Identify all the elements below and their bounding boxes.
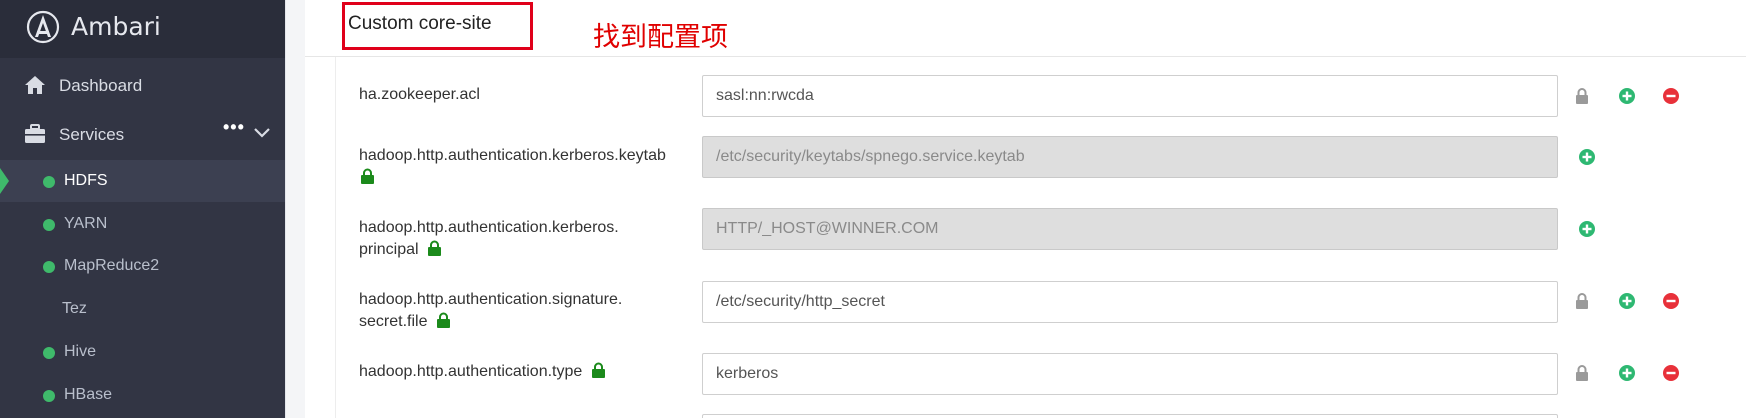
status-dot (43, 176, 55, 188)
chevron-down-icon[interactable] (254, 127, 270, 139)
sidebar-item-services[interactable]: Services ••• (0, 114, 285, 156)
sidebar-service-tez[interactable]: Tez (0, 288, 285, 330)
property-label: hadoop.http.authentication.kerberos.keyt… (359, 145, 666, 189)
sidebar-service-hdfs[interactable]: HDFS (0, 160, 285, 202)
property-name: ha.zookeeper.acl (359, 86, 480, 103)
secure-lock-icon (361, 168, 374, 184)
sidebar-service-yarn[interactable]: YARN (0, 203, 285, 245)
status-dot (43, 347, 55, 359)
secure-lock-icon (436, 312, 450, 328)
property-value-input[interactable] (702, 75, 1558, 117)
lock-icon[interactable] (1573, 292, 1591, 310)
app-name: Ambari (71, 12, 161, 41)
add-property-icon[interactable] (1618, 292, 1636, 310)
property-value-input (702, 136, 1558, 178)
status-dot (43, 390, 55, 402)
sidebar-item-dashboard[interactable]: Dashboard (0, 65, 285, 107)
property-value-input[interactable] (702, 281, 1558, 323)
property-label: hadoop.http.authentication.signature. se… (359, 289, 622, 333)
home-icon (25, 76, 45, 94)
lock-icon[interactable] (1573, 87, 1591, 105)
add-property-icon[interactable] (1618, 364, 1636, 382)
lock-icon[interactable] (1573, 364, 1591, 382)
service-label: HDFS (64, 172, 108, 189)
property-value-input (702, 208, 1558, 250)
briefcase-icon (25, 124, 45, 143)
sidebar: Ambari Dashboard Services ••• HDFS YARN … (0, 0, 285, 418)
property-label: hadoop.http.authentication.kerberos. pri… (359, 217, 619, 261)
secure-lock-icon (591, 362, 605, 378)
add-property-icon[interactable] (1578, 148, 1596, 166)
logo-bar[interactable]: Ambari (0, 0, 285, 58)
service-label: YARN (64, 215, 108, 232)
section-title[interactable]: Custom core-site (348, 13, 492, 35)
property-name: hadoop.http.authentication.kerberos. (359, 219, 619, 236)
property-name: secret.file (359, 313, 428, 330)
property-name: principal (359, 241, 419, 258)
property-name: hadoop.http.authentication.type (359, 363, 583, 380)
sidebar-item-label: Services (59, 125, 125, 144)
service-label: Tez (62, 300, 87, 317)
remove-property-icon[interactable] (1662, 87, 1680, 105)
property-name: hadoop.http.authentication.signature. (359, 291, 623, 308)
property-label: hadoop.http.authentication.type (359, 361, 606, 383)
remove-property-icon[interactable] (1662, 364, 1680, 382)
service-label: Hive (64, 343, 97, 360)
active-indicator (0, 168, 9, 194)
annotation-text: 找到配置项 (593, 22, 728, 53)
content-gutter (285, 0, 305, 418)
secure-lock-icon (428, 240, 442, 256)
service-label: HBase (64, 386, 113, 403)
sidebar-item-label: Dashboard (59, 76, 143, 95)
property-name: hadoop.http.authentication.kerberos.keyt… (359, 147, 666, 164)
sidebar-service-hbase[interactable]: HBase (0, 374, 285, 416)
ambari-logo-icon (26, 10, 60, 44)
status-dot (43, 261, 55, 273)
sidebar-service-mapreduce2[interactable]: MapReduce2 (0, 245, 285, 287)
property-value-input[interactable] (702, 353, 1558, 395)
service-label: MapReduce2 (64, 257, 160, 274)
status-dot (43, 219, 55, 231)
add-property-icon[interactable] (1578, 220, 1596, 238)
services-more-button[interactable]: ••• (223, 117, 245, 138)
property-value-input-partial[interactable] (702, 414, 1558, 418)
add-property-icon[interactable] (1618, 87, 1636, 105)
property-label: ha.zookeeper.acl (359, 84, 480, 106)
remove-property-icon[interactable] (1662, 292, 1680, 310)
sidebar-service-hive[interactable]: Hive (0, 331, 285, 373)
